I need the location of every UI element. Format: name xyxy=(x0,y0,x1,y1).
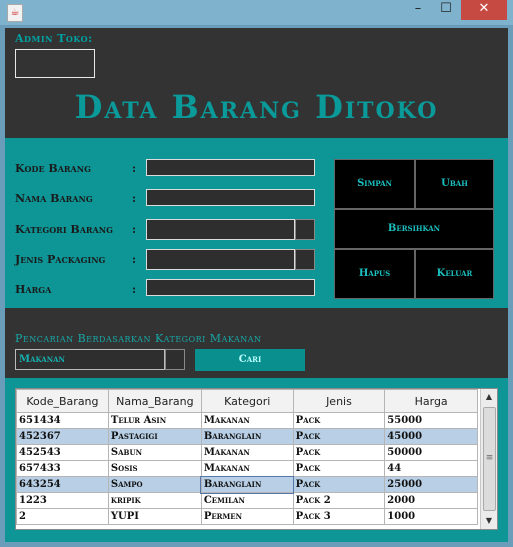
column-header-nama[interactable]: Nama_Barang xyxy=(107,389,202,413)
cell-jenis[interactable]: Pack xyxy=(292,428,386,445)
cell-kategori[interactable]: Cemilan xyxy=(200,492,294,509)
search-panel: Pencarian Berdasarkan Kategori Makanan M… xyxy=(5,308,508,378)
close-button[interactable]: ✕ xyxy=(461,0,507,20)
cell-jenis[interactable]: Pack 2 xyxy=(292,492,386,509)
title-bar: ☕ – ☐ ✕ xyxy=(0,0,513,25)
cell-kode[interactable]: 643254 xyxy=(16,476,109,493)
kategori-barang-label: Kategori Barang xyxy=(15,223,113,236)
cell-nama[interactable]: Sabun xyxy=(107,444,202,461)
content-pane: Admin Toko: Data Barang Ditoko Kode Bara… xyxy=(5,28,508,542)
harga-input[interactable] xyxy=(146,279,315,296)
table-row[interactable]: 2 YUPI Permen Pack 3 1000 xyxy=(16,508,478,525)
kategori-search-combobox[interactable]: Makanan xyxy=(15,349,165,370)
cell-kategori[interactable]: Makanan xyxy=(200,412,294,429)
cell-kode[interactable]: 452543 xyxy=(16,444,109,461)
cell-nama[interactable]: YUPI xyxy=(107,508,202,525)
scroll-up-arrow-icon[interactable]: ▲ xyxy=(481,389,497,405)
kode-barang-input[interactable] xyxy=(146,159,315,176)
nama-barang-label: Nama Barang xyxy=(15,192,93,205)
kode-barang-sep: : xyxy=(132,162,137,175)
cell-kode[interactable]: 1223 xyxy=(16,492,109,509)
cell-kode[interactable]: 452367 xyxy=(16,428,109,445)
simpan-button[interactable]: Simpan xyxy=(334,159,415,209)
cell-kode[interactable]: 657433 xyxy=(16,460,109,477)
cell-kategori[interactable]: Makanan xyxy=(200,460,294,477)
column-header-kategori[interactable]: Kategori xyxy=(200,389,294,413)
column-header-harga[interactable]: Harga xyxy=(384,389,478,413)
cell-harga[interactable]: 25000 xyxy=(384,476,478,493)
cell-jenis[interactable]: Pack xyxy=(292,444,386,461)
hapus-button[interactable]: Hapus xyxy=(334,249,415,299)
scroll-down-arrow-icon[interactable]: ▼ xyxy=(481,513,497,529)
cell-kategori[interactable]: Makanan xyxy=(200,444,294,461)
search-label: Pencarian Berdasarkan Kategori Makanan xyxy=(15,332,262,345)
scroll-thumb[interactable]: ≡ xyxy=(483,407,496,511)
table-row[interactable]: 452367 Pastagigi Baranglain Pack 45000 xyxy=(16,428,478,445)
cell-jenis[interactable]: Pack xyxy=(292,460,386,477)
vertical-scrollbar[interactable]: ▲ ≡ ▼ xyxy=(480,389,497,529)
page-title: Data Barang Ditoko xyxy=(74,88,439,126)
cell-kode[interactable]: 2 xyxy=(16,508,109,525)
application-window: ☕ – ☐ ✕ Admin Toko: Data Barang Ditoko K… xyxy=(0,0,513,547)
table-row[interactable]: 643254 Sampo Baranglain Pack 25000 xyxy=(16,475,478,494)
table-row[interactable]: 1223 kripik Cemilan Pack 2 2000 xyxy=(16,492,478,509)
cell-harga[interactable]: 45000 xyxy=(384,428,478,445)
cell-harga[interactable]: 50000 xyxy=(384,444,478,461)
header-panel: Admin Toko: Data Barang Ditoko xyxy=(5,28,508,138)
column-header-jenis[interactable]: Jenis xyxy=(292,389,386,413)
cell-kode[interactable]: 651434 xyxy=(16,412,109,429)
cell-jenis[interactable]: Pack 3 xyxy=(292,508,386,525)
cell-harga[interactable]: 55000 xyxy=(384,412,478,429)
nama-barang-sep: : xyxy=(132,192,137,205)
table-header-row: Kode_Barang Nama_Barang Kategori Jenis H… xyxy=(16,389,478,413)
packaging-dropdown-button[interactable] xyxy=(295,249,315,270)
table-row[interactable]: 651434 Telur Asin Makanan Pack 55000 xyxy=(16,412,478,429)
cell-jenis[interactable]: Pack xyxy=(292,476,386,493)
cell-nama[interactable]: Sosis xyxy=(107,460,202,477)
table-row[interactable]: 452543 Sabun Makanan Pack 50000 xyxy=(16,444,478,461)
bersihkan-button[interactable]: Bersihkan xyxy=(334,209,494,249)
table-scrollpane[interactable]: Kode_Barang Nama_Barang Kategori Jenis H… xyxy=(15,388,498,530)
kategori-barang-combobox[interactable] xyxy=(146,219,295,240)
cell-kategori[interactable]: Permen xyxy=(200,508,294,525)
table-row[interactable]: 657433 Sosis Makanan Pack 44 xyxy=(16,460,478,477)
jenis-packaging-combobox[interactable] xyxy=(146,249,295,270)
column-header-kode[interactable]: Kode_Barang xyxy=(16,389,109,413)
admin-label: Admin Toko: xyxy=(15,32,93,45)
cari-button[interactable]: Cari xyxy=(195,349,305,371)
harga-label: Harga xyxy=(15,283,52,296)
nama-barang-input[interactable] xyxy=(146,189,315,206)
maximize-button[interactable]: ☐ xyxy=(433,0,459,20)
java-app-icon: ☕ xyxy=(7,4,23,22)
form-panel: Kode Barang : Nama Barang : Kategori Bar… xyxy=(5,138,508,308)
keluar-button[interactable]: Keluar xyxy=(415,249,494,299)
cell-jenis[interactable]: Pack xyxy=(292,412,386,429)
jenis-packaging-label: Jenis Packaging xyxy=(15,253,106,266)
cell-harga[interactable]: 2000 xyxy=(384,492,478,509)
search-dropdown-button[interactable] xyxy=(165,349,185,370)
ubah-button[interactable]: Ubah xyxy=(415,159,494,209)
admin-field[interactable] xyxy=(15,49,95,78)
cell-nama[interactable]: Telur Asin xyxy=(107,412,202,429)
kategori-dropdown-button[interactable] xyxy=(295,219,315,240)
table-panel: Kode_Barang Nama_Barang Kategori Jenis H… xyxy=(5,378,508,542)
cell-kategori[interactable]: Baranglain xyxy=(200,428,294,445)
cell-nama[interactable]: Sampo xyxy=(107,476,202,493)
cell-harga[interactable]: 44 xyxy=(384,460,478,477)
jenis-packaging-sep: : xyxy=(132,253,137,266)
cell-kategori[interactable]: Baranglain xyxy=(200,475,295,494)
minimize-button[interactable]: – xyxy=(405,0,431,20)
kategori-barang-sep: : xyxy=(132,223,137,236)
cell-nama[interactable]: kripik xyxy=(107,492,202,509)
kode-barang-label: Kode Barang xyxy=(15,162,91,175)
barang-table[interactable]: Kode_Barang Nama_Barang Kategori Jenis H… xyxy=(16,389,478,525)
cell-nama[interactable]: Pastagigi xyxy=(107,428,202,445)
harga-sep: : xyxy=(132,283,137,296)
cell-harga[interactable]: 1000 xyxy=(384,508,478,525)
